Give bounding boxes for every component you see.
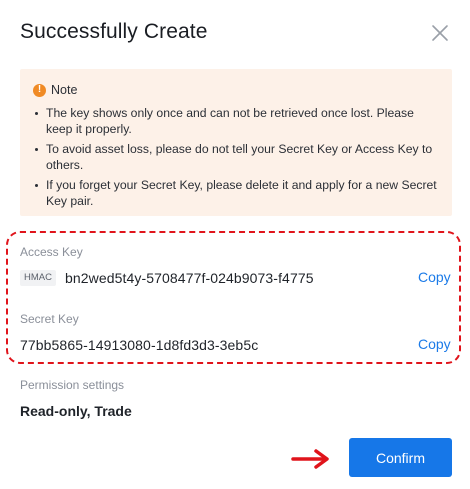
- note-item: If you forget your Secret Key, please de…: [32, 177, 440, 209]
- red-arrow-icon: [291, 449, 329, 469]
- note-list: The key shows only once and can not be r…: [32, 105, 440, 209]
- bullet-icon: [35, 148, 38, 151]
- note-item-text: If you forget your Secret Key, please de…: [46, 178, 437, 208]
- note-title: Note: [51, 83, 78, 97]
- note-item: To avoid asset loss, please do not tell …: [32, 141, 440, 173]
- bullet-icon: [35, 112, 38, 115]
- permission-settings-value: Read-only, Trade: [20, 403, 132, 419]
- secret-key-value: 77bb5865-14913080-1d8fd3d3-3eb5c: [20, 337, 259, 353]
- note-header: ! Note: [32, 81, 440, 99]
- access-key-value: bn2wed5t4y-5708477f-024b9073-f4775: [65, 270, 314, 286]
- warning-icon: !: [33, 83, 46, 97]
- permission-settings-label: Permission settings: [20, 378, 125, 392]
- note-item-text: The key shows only once and can not be r…: [46, 106, 414, 136]
- note-item-text: To avoid asset loss, please do not tell …: [46, 142, 433, 172]
- note-panel: ! Note The key shows only once and can n…: [20, 69, 452, 216]
- close-button[interactable]: [429, 22, 451, 44]
- note-item: The key shows only once and can not be r…: [32, 105, 440, 137]
- access-key-label: Access Key: [20, 245, 83, 259]
- copy-secret-key-button[interactable]: Copy: [418, 336, 451, 352]
- bullet-icon: [35, 184, 38, 187]
- dialog-title: Successfully Create: [20, 20, 208, 43]
- success-dialog: Successfully Create ! Note The key shows…: [0, 0, 470, 489]
- close-icon: [432, 25, 448, 41]
- copy-access-key-button[interactable]: Copy: [418, 269, 451, 285]
- hmac-tag: HMAC: [20, 270, 56, 286]
- confirm-button[interactable]: Confirm: [349, 438, 452, 477]
- secret-key-label: Secret Key: [20, 312, 79, 326]
